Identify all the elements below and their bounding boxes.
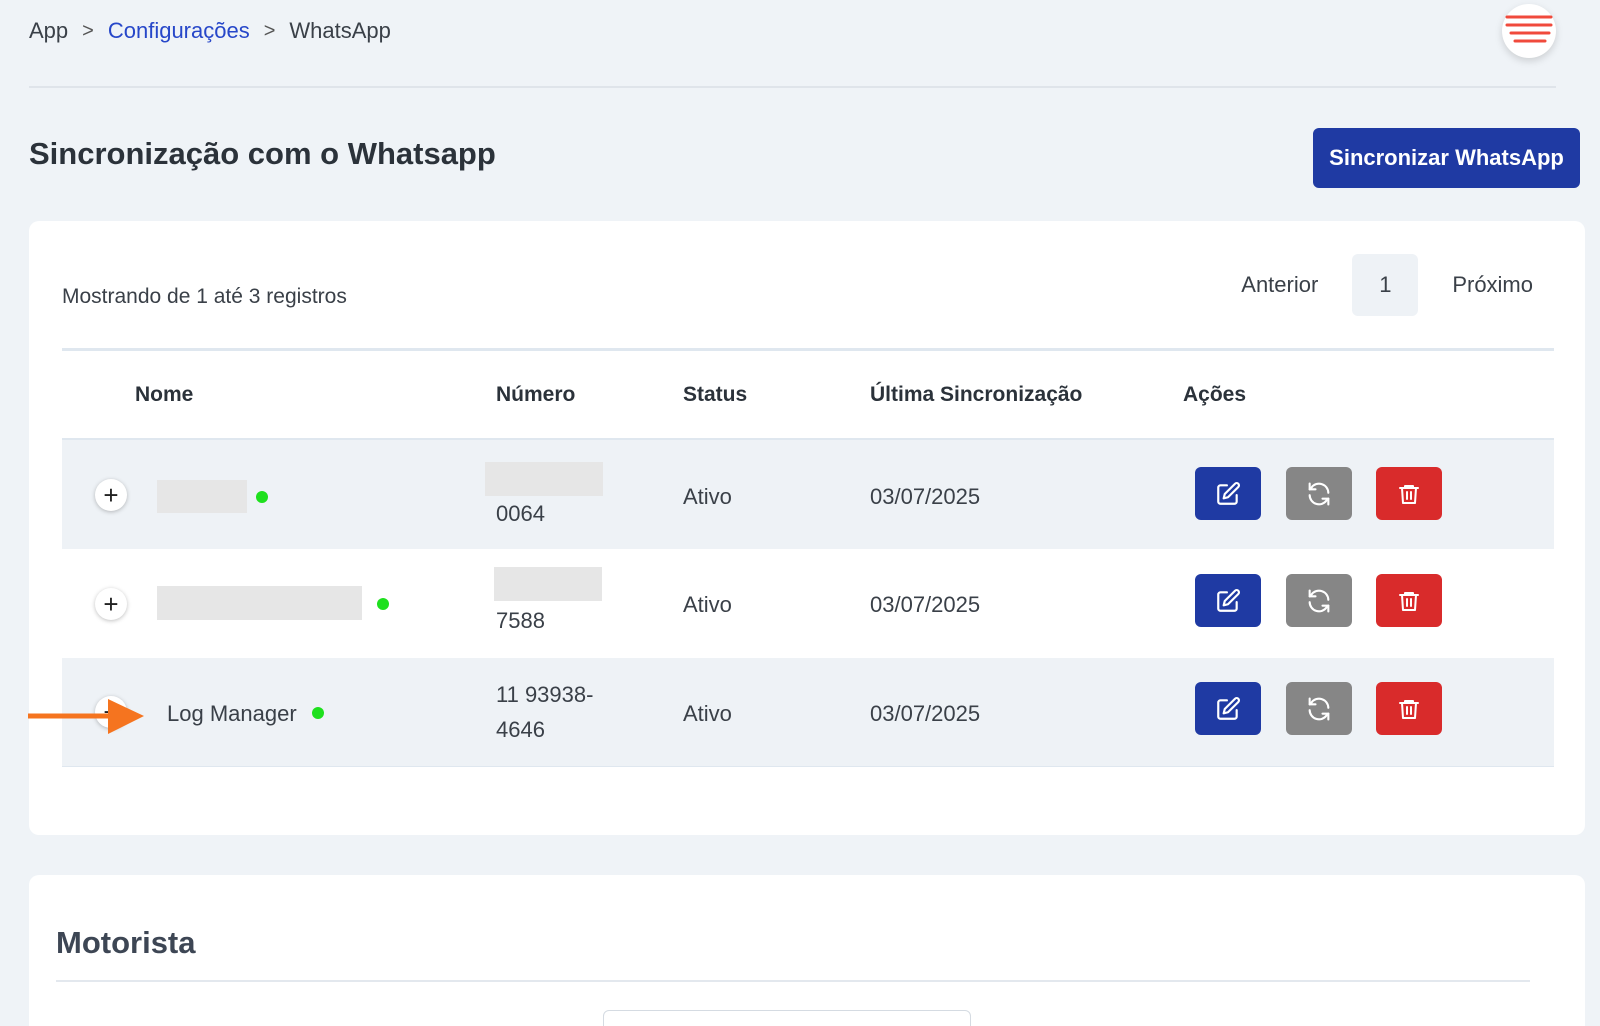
motorista-field[interactable] xyxy=(603,1010,971,1026)
status-cell: Ativo xyxy=(683,484,732,509)
breadcrumb-separator: > xyxy=(263,19,276,42)
motorista-card: Motorista xyxy=(29,875,1585,1026)
breadcrumb-whatsapp: WhatsApp xyxy=(289,18,391,43)
delete-button[interactable] xyxy=(1376,467,1442,520)
expand-row-button[interactable]: + xyxy=(95,479,127,511)
col-status[interactable]: Status xyxy=(683,383,747,407)
col-acoes: Ações xyxy=(1183,383,1247,406)
col-numero[interactable]: Número xyxy=(496,383,575,407)
name-redacted xyxy=(157,586,362,620)
table-row: + 0064 Ativo 03/07/2025 xyxy=(62,440,1554,549)
breadcrumb: App > Configurações > WhatsApp xyxy=(29,18,391,44)
trash-icon xyxy=(1399,591,1419,611)
trash-icon xyxy=(1399,699,1419,719)
number-cell-line1: 11 93938- xyxy=(496,682,594,707)
section-divider xyxy=(56,980,1530,982)
menu-button[interactable] xyxy=(1502,4,1556,58)
table-header: Nome Número Status Última Sincronização … xyxy=(62,348,1554,440)
table-row: + Log Manager 11 93938- 4646 Ativo 03/07… xyxy=(62,658,1554,767)
records-count: Mostrando de 1 até 3 registros xyxy=(62,285,347,308)
delete-button[interactable] xyxy=(1376,574,1442,627)
refresh-icon xyxy=(1308,696,1330,721)
name-redacted xyxy=(157,480,247,513)
delete-button[interactable] xyxy=(1376,682,1442,735)
number-cell: 0064 xyxy=(496,501,545,526)
pagination-page[interactable]: 1 xyxy=(1352,254,1419,316)
edit-icon xyxy=(1217,481,1240,505)
hamburger-menu-icon xyxy=(1505,15,1553,43)
trash-icon xyxy=(1399,484,1419,504)
breadcrumb-app[interactable]: App xyxy=(29,18,68,44)
status-cell: Ativo xyxy=(683,592,732,617)
breadcrumb-separator: > xyxy=(82,19,94,42)
number-redacted xyxy=(494,567,602,601)
col-ultima-sincronizacao[interactable]: Última Sincronização xyxy=(870,383,1082,407)
number-cell: 7588 xyxy=(496,608,545,633)
online-status-dot xyxy=(312,707,324,719)
number-redacted xyxy=(485,462,603,496)
pagination-next[interactable]: Próximo xyxy=(1452,272,1533,298)
pagination-previous[interactable]: Anterior xyxy=(1241,272,1318,298)
online-status-dot xyxy=(377,598,389,610)
edit-icon xyxy=(1217,696,1240,720)
name-cell: Log Manager xyxy=(167,701,297,726)
resync-button[interactable] xyxy=(1286,574,1352,627)
page-title: Sincronização com o Whatsapp xyxy=(29,136,496,171)
number-cell-line2: 4646 xyxy=(496,717,545,742)
table-row: + 7588 Ativo 03/07/2025 xyxy=(62,549,1554,658)
status-cell: Ativo xyxy=(683,701,732,726)
sync-whatsapp-button[interactable]: Sincronizar WhatsApp xyxy=(1313,128,1580,188)
edit-button[interactable] xyxy=(1195,574,1261,627)
header-divider xyxy=(29,86,1556,88)
edit-icon xyxy=(1217,588,1240,612)
arrow-annotation-icon xyxy=(28,699,144,734)
pagination: Anterior 1 Próximo xyxy=(1241,254,1533,316)
edit-button[interactable] xyxy=(1195,467,1261,520)
col-nome[interactable]: Nome xyxy=(135,383,193,407)
whatsapp-table: Nome Número Status Última Sincronização … xyxy=(62,348,1554,767)
refresh-icon xyxy=(1308,588,1330,613)
expand-row-button[interactable]: + xyxy=(95,588,127,620)
resync-button[interactable] xyxy=(1286,467,1352,520)
breadcrumb-configuracoes[interactable]: Configurações xyxy=(108,18,250,44)
whatsapp-list-card: Mostrando de 1 até 3 registros Anterior … xyxy=(29,221,1585,835)
last-sync-cell: 03/07/2025 xyxy=(870,701,981,726)
refresh-icon xyxy=(1308,481,1330,506)
section-title: Motorista xyxy=(56,925,196,960)
last-sync-cell: 03/07/2025 xyxy=(870,592,981,617)
resync-button[interactable] xyxy=(1286,682,1352,735)
last-sync-cell: 03/07/2025 xyxy=(870,484,981,509)
online-status-dot xyxy=(256,491,268,503)
edit-button[interactable] xyxy=(1195,682,1261,735)
